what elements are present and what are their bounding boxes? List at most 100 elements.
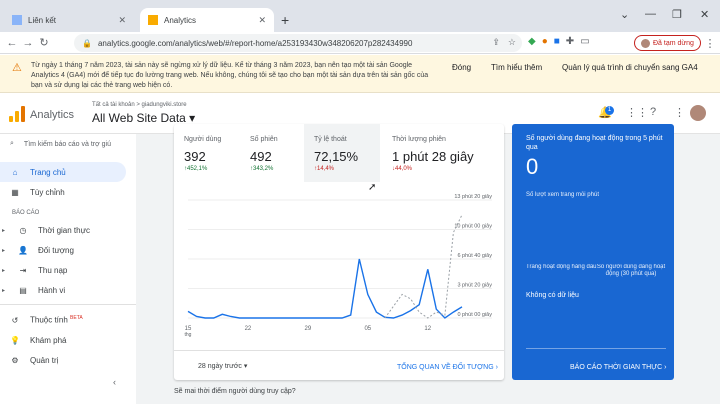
report-search[interactable]: ⌕ Tìm kiếm báo cáo và trợ giú [10, 140, 111, 148]
active-users-value: 0 [526, 154, 539, 179]
realtime-title: Số người dùng đang hoạt động trong 5 phú… [526, 135, 663, 151]
maximize-button[interactable]: ❐ [672, 8, 682, 21]
share-icon[interactable]: ⇪ [492, 37, 500, 48]
menu-icon[interactable]: ⋮ [702, 37, 718, 50]
url-text: analytics.google.com/analytics/web/#/rep… [97, 38, 413, 48]
beta-badge: BETA [70, 315, 83, 322]
close-icon[interactable]: ✕ [258, 15, 266, 26]
address-bar[interactable]: 🔒 analytics.google.com/analytics/web/#/re… [74, 34, 522, 52]
x-tick-label: 22 [245, 326, 252, 332]
sidebar: ⌕ Tìm kiếm báo cáo và trợ giú ⌂ Trang chủ … [0, 134, 136, 404]
sidebar-label: Trang chủ [30, 167, 66, 177]
chevron-down-icon[interactable]: ⌄ [620, 8, 629, 21]
tab-lien-ket[interactable]: Liên kết ✕ [4, 8, 134, 32]
tab-analytics[interactable]: Analytics ✕ [140, 8, 274, 32]
sidebar-label: Tùy chỉnh [30, 187, 65, 197]
extension-icon[interactable]: ■ [554, 36, 560, 47]
browser-tab-bar: Liên kết ✕ Analytics ✕ + ⌄ — ❐ ✕ [0, 0, 720, 32]
minimize-button[interactable]: — [645, 8, 656, 20]
reload-icon[interactable]: ↻ [36, 36, 52, 49]
sidebar-label: Quản trị [30, 355, 59, 365]
link-label: BÁO CÁO THỜI GIAN THỰC [570, 364, 663, 371]
property-selector[interactable]: All Web Site Data ▾ [92, 111, 195, 125]
analytics-logo [9, 106, 25, 122]
warning-icon: ⚠ [12, 62, 22, 74]
omnibox-actions: ⇪ ☆ [492, 37, 516, 48]
date-range-selector[interactable]: 28 ngày trước ▾ [198, 362, 247, 370]
puzzle-icon[interactable]: ✚ [566, 36, 574, 47]
sidebar-label: Thu nạp [38, 265, 68, 275]
y-tick-label: 0 phút 00 giây [457, 312, 492, 318]
y-tick-label: 6 phút 40 giây [457, 253, 492, 259]
sidepanel-icon[interactable]: ▭ [580, 36, 589, 47]
search-icon: ⌕ [10, 140, 14, 147]
extension-icon[interactable]: ● [542, 36, 548, 47]
banner-message: Từ ngày 1 tháng 7 năm 2023, tài sản này … [31, 62, 429, 89]
divider [174, 350, 504, 351]
page-icon [12, 15, 22, 25]
sidebar-item-custom[interactable]: ▦ Tùy chỉnh [0, 182, 126, 202]
caret-icon: ▸ [2, 287, 6, 294]
extension-icon[interactable]: ◆ [528, 36, 536, 47]
tab-title: Liên kết [28, 15, 57, 25]
sidebar-item-admin[interactable]: ⚙ Quản trị [0, 350, 126, 370]
sidebar-item-attribution[interactable]: ↺ Thuộc tính BETA [0, 310, 126, 330]
realtime-report-link[interactable]: BÁO CÁO THỜI GIAN THỰC › [570, 364, 667, 371]
divider [0, 304, 136, 305]
y-tick-label: 10 phút 00 giây [454, 224, 492, 230]
learn-more-link[interactable]: Tìm hiểu thêm [491, 63, 542, 72]
menu-icon[interactable]: ⋮ [674, 106, 685, 119]
sidebar-item-behavior[interactable]: ▸ ▤ Hành vi [0, 280, 126, 300]
sidebar-label: Hành vi [38, 285, 66, 295]
audience-overview-link[interactable]: TỔNG QUAN VỀ ĐỐI TƯỢNG › [397, 364, 498, 371]
new-tab-button[interactable]: + [281, 12, 289, 28]
app-name: Analytics [30, 109, 75, 121]
no-data-text: Không có dữ liệu [526, 292, 579, 299]
series-previous-line [384, 214, 463, 319]
star-icon[interactable]: ☆ [508, 37, 516, 48]
acquisition-icon: ⇥ [19, 265, 27, 275]
mouse-cursor: ➚ [368, 182, 377, 193]
clock-icon: ◷ [19, 225, 27, 235]
sidebar-label: Đối tượng [38, 245, 74, 255]
property-name: All Web Site Data [92, 111, 186, 125]
caret-icon: ▸ [2, 227, 6, 234]
sidebar-item-acquisition[interactable]: ▸ ⇥ Thu nạp [0, 260, 126, 280]
avatar[interactable] [690, 105, 706, 121]
search-placeholder: Tìm kiếm báo cáo và trợ giú [23, 140, 111, 148]
window-close-button[interactable]: ✕ [700, 8, 709, 21]
grid-icon: ▦ [11, 187, 19, 197]
x-tick-sublabel: thg [185, 332, 192, 338]
apps-icon[interactable]: ⋮⋮ [626, 106, 648, 119]
help-icon[interactable]: ? [650, 106, 656, 118]
gear-icon: ⚙ [11, 355, 19, 365]
close-icon[interactable]: ✕ [118, 15, 126, 26]
manage-migration-link[interactable]: Quản lý quá trình di chuyển sang GA4 [562, 63, 698, 72]
x-tick-label: 12 [424, 326, 431, 332]
sidebar-item-realtime[interactable]: ▸ ◷ Thời gian thực [0, 220, 126, 240]
x-tick-label: 29 [305, 326, 312, 332]
screen: Liên kết ✕ Analytics ✕ + ⌄ — ❐ ✕ ← → ↻ 🔒 an… [0, 0, 720, 404]
lock-icon: 🔒 [82, 38, 92, 48]
profile-paused-button[interactable]: Đã tạm dừng [634, 35, 701, 51]
analytics-icon [148, 15, 158, 25]
sidebar-item-home[interactable]: ⌂ Trang chủ [0, 162, 126, 182]
sidebar-label: Thời gian thực [38, 225, 90, 235]
back-icon[interactable]: ← [4, 37, 20, 49]
ga4-migration-banner: ⚠ Từ ngày 1 tháng 7 năm 2023, tài sản nà… [0, 55, 720, 93]
sidebar-label: Thuộc tính [30, 315, 68, 325]
sidebar-item-audience[interactable]: ▸ 👤 Đối tượng [0, 240, 126, 260]
link-label: TỔNG QUAN VỀ ĐỐI TƯỢNG [397, 364, 494, 371]
lightbulb-icon: 💡 [10, 335, 20, 345]
attribution-icon: ↺ [11, 315, 19, 325]
y-tick-label: 3 phút 20 giây [457, 283, 492, 289]
forward-icon[interactable]: → [20, 37, 36, 49]
tab-title: Analytics [164, 15, 197, 25]
audience-overview-card: Người dùng 392 ↑452,1% Số phiên 492 ↑343,2% … [174, 124, 504, 380]
collapse-sidebar-icon[interactable]: ‹ [113, 377, 116, 387]
paused-label: Đã tạm dừng [653, 39, 694, 47]
dismiss-button[interactable]: Đóng [452, 63, 471, 72]
next-section-title: Sẽ mai thời điểm người dùng truy cập? [174, 388, 296, 395]
breadcrumb[interactable]: Tất cả tài khoản > giadungviki.store [92, 102, 187, 108]
sidebar-item-explore[interactable]: 💡 Khám phá [0, 330, 126, 350]
